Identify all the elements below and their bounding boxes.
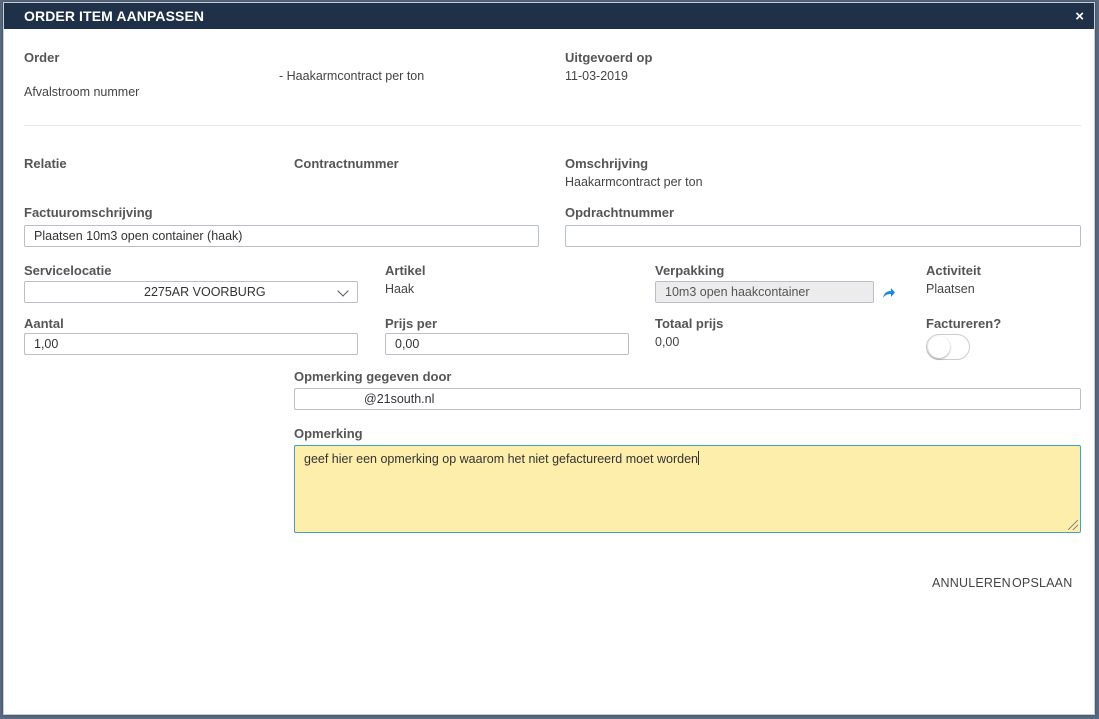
section-divider [24, 125, 1081, 126]
servicelocatie-label: Servicelocatie [24, 263, 112, 278]
afvalstroom-label: Afvalstroom nummer [24, 85, 140, 99]
order-value: - Haakarmcontract per ton [279, 69, 425, 83]
share-arrow-icon[interactable] [882, 286, 896, 300]
factuuromschrijving-label: Factuuromschrijving [24, 205, 153, 220]
relatie-label: Relatie [24, 156, 67, 171]
toggle-knob [928, 336, 950, 358]
prijs-per-input[interactable]: 0,00 [385, 333, 629, 355]
order-label: Order [24, 50, 60, 65]
opdrachtnummer-label: Opdrachtnummer [565, 205, 675, 220]
close-icon[interactable]: × [1075, 9, 1084, 24]
opmerking-door-input[interactable]: @21south.nl [294, 388, 1081, 410]
chevron-down-icon [337, 285, 349, 297]
servicelocatie-value: 2275AR VOORBURG [144, 285, 266, 299]
dialog-title: ORDER ITEM AANPASSEN [24, 8, 205, 24]
artikel-value: Haak [385, 282, 415, 296]
opmerking-textarea[interactable]: geef hier een opmerking op waarom het ni… [294, 445, 1081, 533]
order-item-dialog: ORDER ITEM AANPASSEN × Order - Haakarmco… [3, 2, 1095, 715]
omschrijving-label: Omschrijving [565, 156, 649, 171]
verpakking-input: 10m3 open haakcontainer [655, 281, 874, 303]
opmerking-door-label: Opmerking gegeven door [294, 369, 452, 384]
resize-grip-icon[interactable] [1068, 520, 1078, 530]
opmerking-text: geef hier een opmerking op waarom het ni… [304, 452, 698, 466]
servicelocatie-select[interactable]: 2275AR VOORBURG [24, 281, 358, 303]
prijs-per-label: Prijs per [385, 316, 438, 331]
totaal-prijs-value: 0,00 [655, 335, 680, 349]
verpakking-label: Verpakking [655, 263, 725, 278]
activiteit-value: Plaatsen [926, 282, 975, 296]
opmerking-label: Opmerking [294, 426, 363, 441]
factureren-label: Factureren? [926, 316, 1002, 331]
aantal-label: Aantal [24, 316, 64, 331]
omschrijving-value: Haakarmcontract per ton [565, 175, 703, 189]
dialog-titlebar: ORDER ITEM AANPASSEN × [4, 3, 1094, 29]
aantal-input[interactable]: 1,00 [24, 333, 358, 355]
artikel-label: Artikel [385, 263, 426, 278]
uitgevoerd-value: 11-03-2019 [565, 69, 629, 83]
opdrachtnummer-input[interactable] [565, 225, 1081, 247]
activiteit-label: Activiteit [926, 263, 981, 278]
factuuromschrijving-input[interactable]: Plaatsen 10m3 open container (haak) [24, 225, 539, 247]
totaal-prijs-label: Totaal prijs [655, 316, 724, 331]
contractnummer-label: Contractnummer [294, 156, 399, 171]
text-caret [697, 451, 699, 465]
save-button[interactable]: OPSLAAN [1012, 576, 1072, 590]
uitgevoerd-label: Uitgevoerd op [565, 50, 653, 65]
cancel-button[interactable]: ANNULEREN [932, 576, 1011, 590]
factureren-toggle[interactable] [926, 334, 970, 360]
